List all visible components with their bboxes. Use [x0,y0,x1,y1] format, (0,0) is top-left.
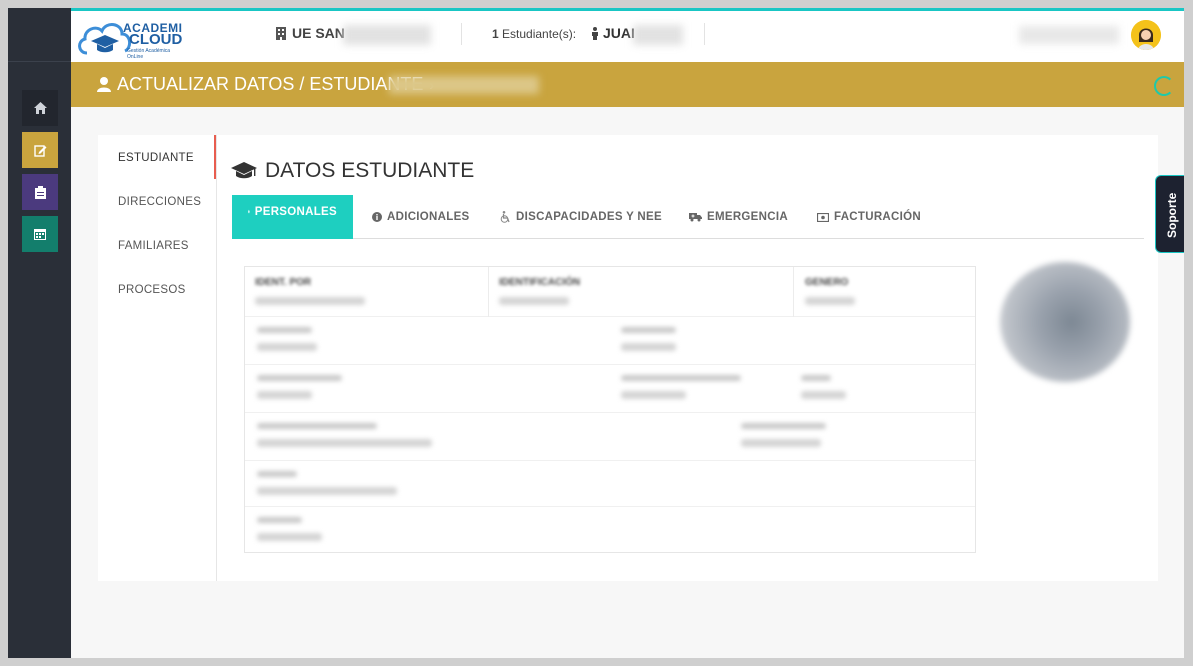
field-value-genero[interactable] [805,297,855,305]
field-label-identificacion: IDENTIFICACIÓN [499,277,581,288]
tab-label: DISCAPACIDADES Y NEE [516,211,662,223]
school-name-redacted [343,25,431,45]
field-value-blurred[interactable] [257,391,312,399]
top-header: ACADEMI CLOUD Gestión Académica OnLine U… [71,8,1184,62]
field-value-blurred[interactable] [621,391,686,399]
student-count-label: Estudiante(s): [502,27,577,41]
field-label-blurred [741,423,826,429]
sidebar [8,8,71,658]
field-value-blurred[interactable] [257,487,397,495]
field-label-ident-por: IDENT. POR [255,277,312,288]
student-count-number: 1 [492,27,499,41]
soporte-tab[interactable]: Soporte [1155,175,1184,253]
edit-button[interactable] [22,132,58,168]
academicloud-logo[interactable]: ACADEMI CLOUD Gestión Académica OnLine [75,17,185,60]
tab-label: FACTURACIÓN [834,211,921,223]
school-selector[interactable]: UE SAN [276,25,345,41]
clipboard-icon [34,185,46,199]
tab-bar: PERSONALES ADICIONALES DISCAPACIDADES Y … [232,195,1144,239]
nav-divider [216,135,217,581]
field-label-blurred [257,375,342,381]
calendar-icon [34,229,46,240]
tab-label: EMERGENCIA [707,211,788,223]
graduation-cap-icon [231,162,257,179]
section-title: DATOS ESTUDIANTE [231,159,474,183]
tab-personales[interactable]: PERSONALES [232,195,353,239]
page-title: ACTUALIZAR DATOS / ESTUDIANTE › [97,74,434,95]
nav-item-procesos[interactable]: PROCESOS [118,284,186,296]
field-label-blurred [621,375,741,381]
field-label-blurred [801,375,831,381]
field-label-blurred [257,471,297,477]
breadcrumb-student-redacted [389,76,539,94]
nav-item-estudiante[interactable]: ESTUDIANTE [118,152,194,164]
home-icon [33,102,47,114]
wheelchair-icon [500,211,510,223]
user-name-redacted [1019,26,1119,44]
clipboard-button[interactable] [22,174,58,210]
calendar-button[interactable] [22,216,58,252]
sidebar-top [8,8,71,62]
nav-item-direcciones[interactable]: DIRECCIONES [118,196,201,208]
user-avatar-icon [1131,20,1161,50]
field-label-blurred [257,423,377,429]
field-label-blurred [257,327,312,333]
logo-text-cloud: CLOUD [129,31,183,48]
field-label-blurred [621,327,676,333]
student-name-redacted [633,25,683,45]
field-value-ident-por[interactable] [255,297,365,305]
header-divider [461,23,462,45]
edit-icon [33,144,46,157]
form-row [245,461,975,507]
form-row [245,507,975,552]
field-label-blurred [257,517,302,523]
tab-discapacidades[interactable]: DISCAPACIDADES Y NEE [500,195,662,239]
building-icon [276,26,286,40]
field-value-blurred[interactable] [621,343,676,351]
tab-adicionales[interactable]: ADICIONALES [372,195,470,239]
field-value-blurred[interactable] [257,533,322,541]
page-title-bar: ACTUALIZAR DATOS / ESTUDIANTE › [71,62,1184,107]
header-divider-2 [704,23,705,45]
student-selector[interactable]: JUAI [591,25,635,41]
form-row [245,365,975,413]
page-title-text: ACTUALIZAR DATOS / ESTUDIANTE [117,74,424,94]
student-name: JUAI [603,25,635,41]
money-icon [817,212,829,222]
tab-label: PERSONALES [254,206,337,218]
tab-emergencia[interactable]: EMERGENCIA [689,195,788,239]
user-avatar[interactable] [1131,20,1161,50]
person-icon [248,209,250,214]
field-value-blurred[interactable] [257,439,432,447]
student-count: 1 Estudiante(s): [492,27,576,41]
tab-facturacion[interactable]: FACTURACIÓN [817,195,921,239]
form-row [245,413,975,461]
content-panel: ESTUDIANTE DIRECCIONES FAMILIARES PROCES… [98,135,1158,581]
field-value-blurred[interactable] [801,391,846,399]
app-frame: ACADEMI CLOUD Gestión Académica OnLine U… [8,8,1184,658]
home-button[interactable] [22,90,58,126]
field-label-genero: GENERO [805,277,849,288]
personal-data-form: IDENT. POR IDENTIFICACIÓN GENERO [244,266,976,553]
logo-subtitle: Gestión Académica OnLine [127,48,171,60]
ambulance-icon [689,213,702,222]
section-title-text: DATOS ESTUDIANTE [265,159,475,182]
soporte-label: Soporte [1165,192,1179,238]
student-photo[interactable] [1000,262,1130,382]
form-row: IDENT. POR IDENTIFICACIÓN GENERO [245,267,975,317]
nav-item-familiares[interactable]: FAMILIARES [118,240,189,252]
field-value-blurred[interactable] [257,343,317,351]
form-row [245,317,975,365]
school-name: UE SAN [292,25,345,41]
info-icon [372,212,382,222]
loading-spinner [1154,76,1174,96]
column-divider [793,267,794,317]
column-divider [488,267,489,317]
user-icon [97,77,111,92]
tab-label: ADICIONALES [387,211,470,223]
section-nav: ESTUDIANTE DIRECCIONES FAMILIARES PROCES… [98,135,216,310]
field-value-blurred[interactable] [741,439,821,447]
field-value-identificacion[interactable] [499,297,569,305]
student-person-icon [592,26,598,40]
